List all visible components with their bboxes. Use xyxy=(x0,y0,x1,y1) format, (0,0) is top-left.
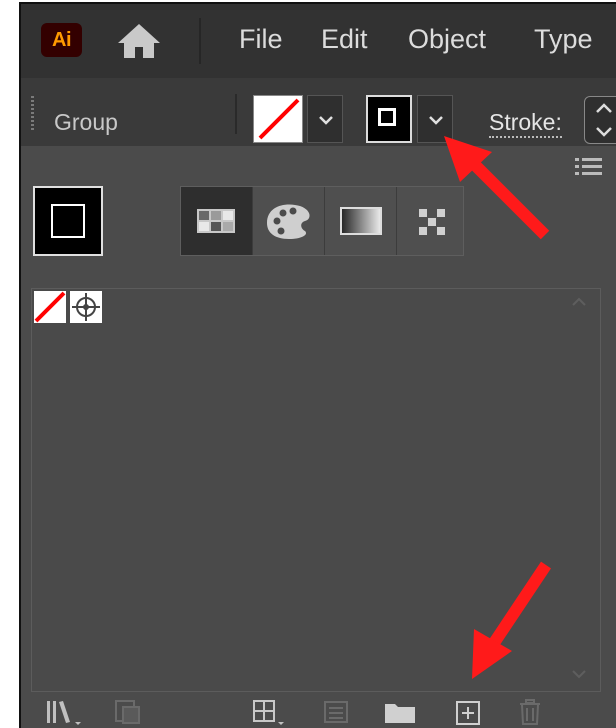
swatch-list xyxy=(31,288,601,692)
app-logo: Ai xyxy=(41,23,82,57)
show-color-swatches-icon[interactable] xyxy=(181,187,252,255)
delete-swatch-icon[interactable] xyxy=(515,698,543,726)
stroke-swatch[interactable] xyxy=(366,95,412,143)
pattern-swatches-icon[interactable] xyxy=(397,187,468,255)
selection-type-label: Group xyxy=(54,109,118,135)
app-window: Ai File Edit Object Type Group Stroke: xyxy=(19,2,616,728)
menu-file[interactable]: File xyxy=(239,21,283,57)
place-swatches-icon[interactable] xyxy=(113,698,141,726)
control-bar-grip[interactable] xyxy=(31,96,34,132)
scroll-down-icon[interactable] xyxy=(570,667,588,685)
fill-dropdown-button[interactable] xyxy=(307,95,343,143)
show-swatch-kinds-icon[interactable] xyxy=(251,698,284,726)
menu-edit[interactable]: Edit xyxy=(321,21,368,57)
panel-menu-icon[interactable] xyxy=(574,156,604,178)
scroll-up-icon[interactable] xyxy=(570,295,588,313)
menu-type[interactable]: Type xyxy=(534,21,593,57)
control-bar: Group Stroke: xyxy=(21,78,616,146)
menu-object[interactable]: Object xyxy=(408,21,486,57)
registration-swatch[interactable] xyxy=(70,291,102,323)
panel-bottom-toolbar xyxy=(21,694,616,728)
menu-bar: Ai File Edit Object Type xyxy=(21,4,616,78)
new-swatch-icon[interactable] xyxy=(453,698,481,726)
color-groups-icon[interactable] xyxy=(253,187,324,255)
menu-separator xyxy=(199,18,201,64)
home-icon[interactable] xyxy=(116,21,162,61)
new-color-group-icon[interactable] xyxy=(383,698,415,726)
control-bar-separator xyxy=(235,94,237,134)
stroke-weight-stepper[interactable] xyxy=(584,96,616,144)
swatches-panel xyxy=(21,146,616,728)
stroke-dropdown-button[interactable] xyxy=(417,95,453,143)
swatch-options-icon[interactable] xyxy=(321,698,349,726)
chevron-down-icon xyxy=(319,116,333,125)
stroke-label[interactable]: Stroke: xyxy=(489,108,562,138)
chevron-down-icon xyxy=(429,116,443,125)
fill-swatch[interactable] xyxy=(253,95,303,143)
gradient-swatches-icon[interactable] xyxy=(325,187,396,255)
none-swatch[interactable] xyxy=(34,291,66,323)
swatch-kind-tabs xyxy=(180,186,464,256)
fill-stroke-indicator[interactable] xyxy=(33,186,103,256)
swatch-libraries-icon[interactable] xyxy=(45,698,81,726)
